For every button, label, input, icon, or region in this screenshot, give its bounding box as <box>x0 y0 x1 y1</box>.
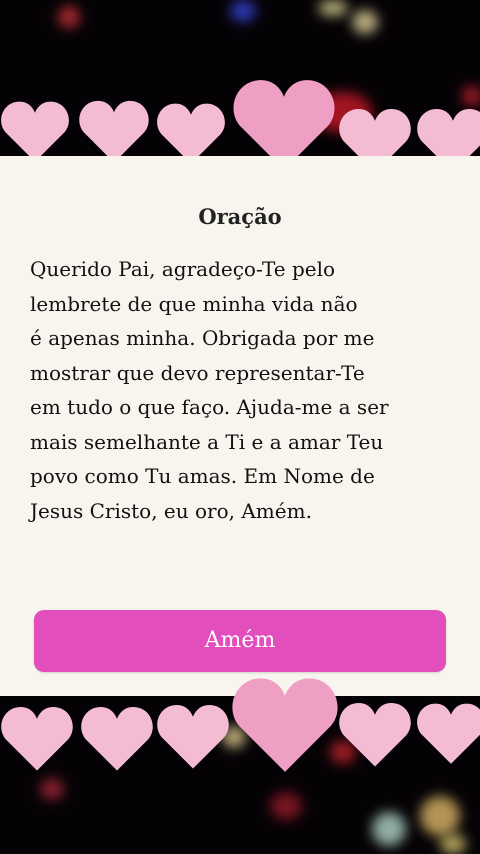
bokeh-light <box>420 796 460 836</box>
bokeh-light <box>40 778 64 800</box>
bokeh-light <box>352 10 378 34</box>
bokeh-light <box>318 0 348 16</box>
bokeh-light <box>230 0 256 22</box>
pixel-heart-large-icon <box>232 678 338 772</box>
prayer-card: Oração Querido Pai, agradeço-Te pelo lem… <box>0 156 480 696</box>
pixel-heart-icon <box>79 100 149 163</box>
prayer-title: Oração <box>198 204 282 229</box>
pixel-heart-icon <box>1 101 69 162</box>
pixel-heart-icon <box>339 702 411 767</box>
amen-button[interactable]: Amém <box>34 610 446 672</box>
bokeh-light <box>440 834 466 854</box>
pixel-heart-icon <box>81 706 153 771</box>
bokeh-light <box>462 86 480 106</box>
bokeh-light <box>372 812 406 846</box>
pixel-heart-icon <box>1 706 73 771</box>
pixel-heart-icon <box>417 703 480 764</box>
prayer-text: Querido Pai, agradeço-Te pelo lembrete d… <box>30 257 389 523</box>
pixel-heart-icon <box>157 704 229 769</box>
screen: Oração Querido Pai, agradeço-Te pelo lem… <box>0 0 480 854</box>
bokeh-light <box>270 792 302 820</box>
bokeh-light <box>58 6 80 28</box>
